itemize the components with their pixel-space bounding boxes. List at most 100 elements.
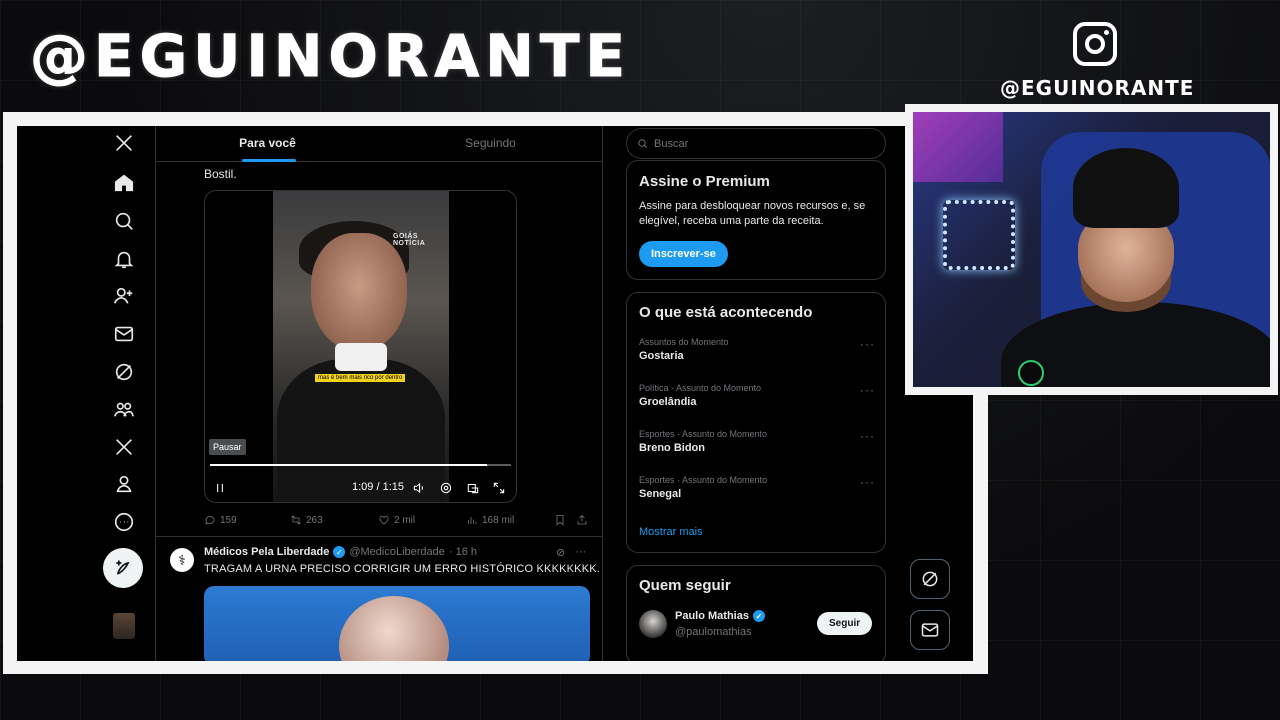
search-icon bbox=[638, 139, 647, 148]
reply-icon bbox=[205, 516, 215, 525]
search-icon[interactable] bbox=[111, 208, 137, 234]
webcam-overlay bbox=[905, 104, 1278, 395]
video-player[interactable]: GOIÁS NOTÍCIA mas é bem mais rico por de… bbox=[204, 190, 517, 503]
grok-icon[interactable]: ⊘ bbox=[556, 546, 565, 559]
repost-count: 263 bbox=[306, 514, 323, 526]
tweet-text: TRAGAM A URNA PRECISO CORRIGIR UM ERRO H… bbox=[204, 563, 601, 575]
repost-button[interactable]: 263 bbox=[290, 514, 323, 526]
views-button[interactable]: 168 mil bbox=[466, 514, 514, 526]
add-user-icon[interactable] bbox=[111, 283, 137, 309]
webcam-streamer-beanie bbox=[1073, 148, 1179, 228]
communities-icon[interactable] bbox=[111, 396, 137, 422]
share-button[interactable] bbox=[576, 514, 588, 526]
tweet-time: · 16 h bbox=[448, 546, 478, 558]
search-placeholder: Buscar bbox=[654, 137, 689, 150]
volume-icon bbox=[413, 482, 423, 494]
like-button[interactable]: 2 mil bbox=[378, 514, 415, 526]
tweet-actions: 159 263 2 mil 168 mil bbox=[204, 514, 594, 530]
follow-name: Paulo Mathias bbox=[675, 610, 749, 622]
tweet-header-icons: ⊘ ··· bbox=[556, 546, 586, 559]
grok-float-button[interactable] bbox=[910, 559, 950, 599]
tweet-header: Médicos Pela Liberdade ✓ @MedicoLiberdad… bbox=[204, 546, 477, 558]
bookmark-icon bbox=[556, 515, 564, 526]
tweet-media-person bbox=[339, 596, 449, 661]
feather-plus-icon bbox=[116, 560, 130, 575]
mail-icon[interactable] bbox=[111, 321, 137, 347]
messages-float-button[interactable] bbox=[910, 610, 950, 650]
timeline-tabs: Para você Seguindo bbox=[156, 126, 602, 162]
instagram-handle: @EGUINORANTE bbox=[1000, 76, 1195, 100]
video-watermark: GOIÁS NOTÍCIA bbox=[393, 233, 426, 247]
trend-category: Política · Assunto do Momento bbox=[639, 383, 762, 393]
right-sidebar: Buscar Assine o Premium Assine para desb… bbox=[626, 126, 888, 661]
more-options-icon[interactable]: ··· bbox=[860, 475, 875, 489]
trend-item[interactable]: Esportes · Assunto do Momento Senegal ··… bbox=[639, 475, 875, 500]
video-frame: GOIÁS NOTÍCIA mas é bem mais rico por de… bbox=[273, 191, 449, 502]
repost-icon bbox=[291, 515, 301, 525]
tab-para-voce[interactable]: Para você bbox=[156, 126, 379, 162]
video-progress-bar[interactable] bbox=[210, 464, 511, 466]
settings-button[interactable] bbox=[439, 479, 453, 497]
more-options-icon[interactable]: ··· bbox=[860, 383, 875, 397]
more-options-icon[interactable]: ··· bbox=[860, 337, 875, 351]
tab-seguindo[interactable]: Seguindo bbox=[379, 126, 602, 161]
reply-button[interactable]: 159 bbox=[204, 514, 237, 526]
fullscreen-button[interactable] bbox=[492, 479, 506, 497]
trend-item[interactable]: Política · Assunto do Momento Groelândia… bbox=[639, 383, 875, 408]
grok-icon bbox=[922, 571, 938, 587]
views-icon bbox=[468, 517, 477, 524]
tweet-media[interactable] bbox=[204, 586, 590, 661]
share-icon bbox=[577, 514, 587, 525]
left-nav bbox=[17, 126, 155, 661]
caduceus-icon: ⚕ bbox=[178, 551, 186, 568]
x-logo-icon[interactable] bbox=[111, 130, 137, 156]
search-input[interactable]: Buscar bbox=[626, 128, 886, 159]
x-app-screen: Para você Seguindo Bostil. GOIÁS NOTÍCIA… bbox=[17, 126, 973, 661]
x-premium-icon[interactable] bbox=[111, 434, 137, 460]
verified-badge-icon: ✓ bbox=[333, 546, 346, 558]
premium-description: Assine para desbloquear novos recursos e… bbox=[639, 200, 866, 227]
reply-count: 159 bbox=[220, 514, 237, 526]
tweet-author-name[interactable]: Médicos Pela Liberdade bbox=[204, 546, 329, 558]
who-to-follow-title: Quem seguir bbox=[639, 577, 731, 594]
follow-handle[interactable]: @paulomathias bbox=[675, 626, 752, 638]
follow-button[interactable]: Seguir bbox=[817, 612, 873, 635]
like-count: 2 mil bbox=[394, 514, 416, 526]
pause-icon bbox=[217, 483, 223, 493]
tweet-author-handle[interactable]: @MedicoLiberdade bbox=[349, 546, 445, 558]
follow-avatar[interactable] bbox=[639, 610, 667, 638]
trend-item[interactable]: Assuntos do Momento Gostaria ··· bbox=[639, 337, 875, 362]
post-button[interactable] bbox=[103, 548, 143, 588]
follow-name-row[interactable]: Paulo Mathias ✓ bbox=[675, 610, 765, 622]
more-icon[interactable] bbox=[111, 509, 137, 535]
more-options-icon[interactable]: ··· bbox=[860, 429, 875, 443]
grok-icon[interactable] bbox=[111, 359, 137, 385]
microphone bbox=[1018, 360, 1044, 386]
trend-item[interactable]: Esportes · Assunto do Momento Breno Bido… bbox=[639, 429, 875, 454]
stream-brand-title: @EGUINORANTE bbox=[29, 22, 632, 91]
webcam-led-decor bbox=[943, 200, 1015, 270]
instagram-icon bbox=[1073, 22, 1117, 66]
webcam-feed bbox=[913, 112, 1270, 387]
bookmark-button[interactable] bbox=[554, 514, 566, 526]
bell-icon[interactable] bbox=[111, 246, 137, 272]
video-caption: mas é bem mais rico por dentro bbox=[315, 374, 406, 382]
tweet-avatar[interactable]: ⚕ bbox=[168, 546, 196, 574]
picture-in-picture-icon bbox=[467, 483, 479, 494]
pip-button[interactable] bbox=[466, 479, 480, 497]
subscribe-button[interactable]: Inscrever-se bbox=[639, 241, 728, 267]
video-time: 1:09 / 1:15 bbox=[352, 481, 404, 493]
volume-button[interactable] bbox=[412, 479, 426, 497]
more-options-icon[interactable]: ··· bbox=[575, 546, 586, 559]
show-more-link[interactable]: Mostrar mais bbox=[639, 526, 703, 538]
trend-category: Esportes · Assunto do Momento bbox=[639, 475, 768, 485]
trend-category: Assuntos do Momento bbox=[639, 337, 729, 347]
instagram-block: @EGUINORANTE bbox=[1000, 22, 1195, 100]
account-avatar[interactable] bbox=[113, 613, 135, 639]
trend-name: Senegal bbox=[639, 488, 682, 500]
views-count: 168 mil bbox=[482, 514, 515, 526]
profile-icon[interactable] bbox=[111, 471, 137, 497]
timeline: Para você Seguindo Bostil. GOIÁS NOTÍCIA… bbox=[155, 126, 603, 661]
home-icon[interactable] bbox=[111, 170, 137, 196]
pause-button[interactable] bbox=[213, 479, 227, 497]
